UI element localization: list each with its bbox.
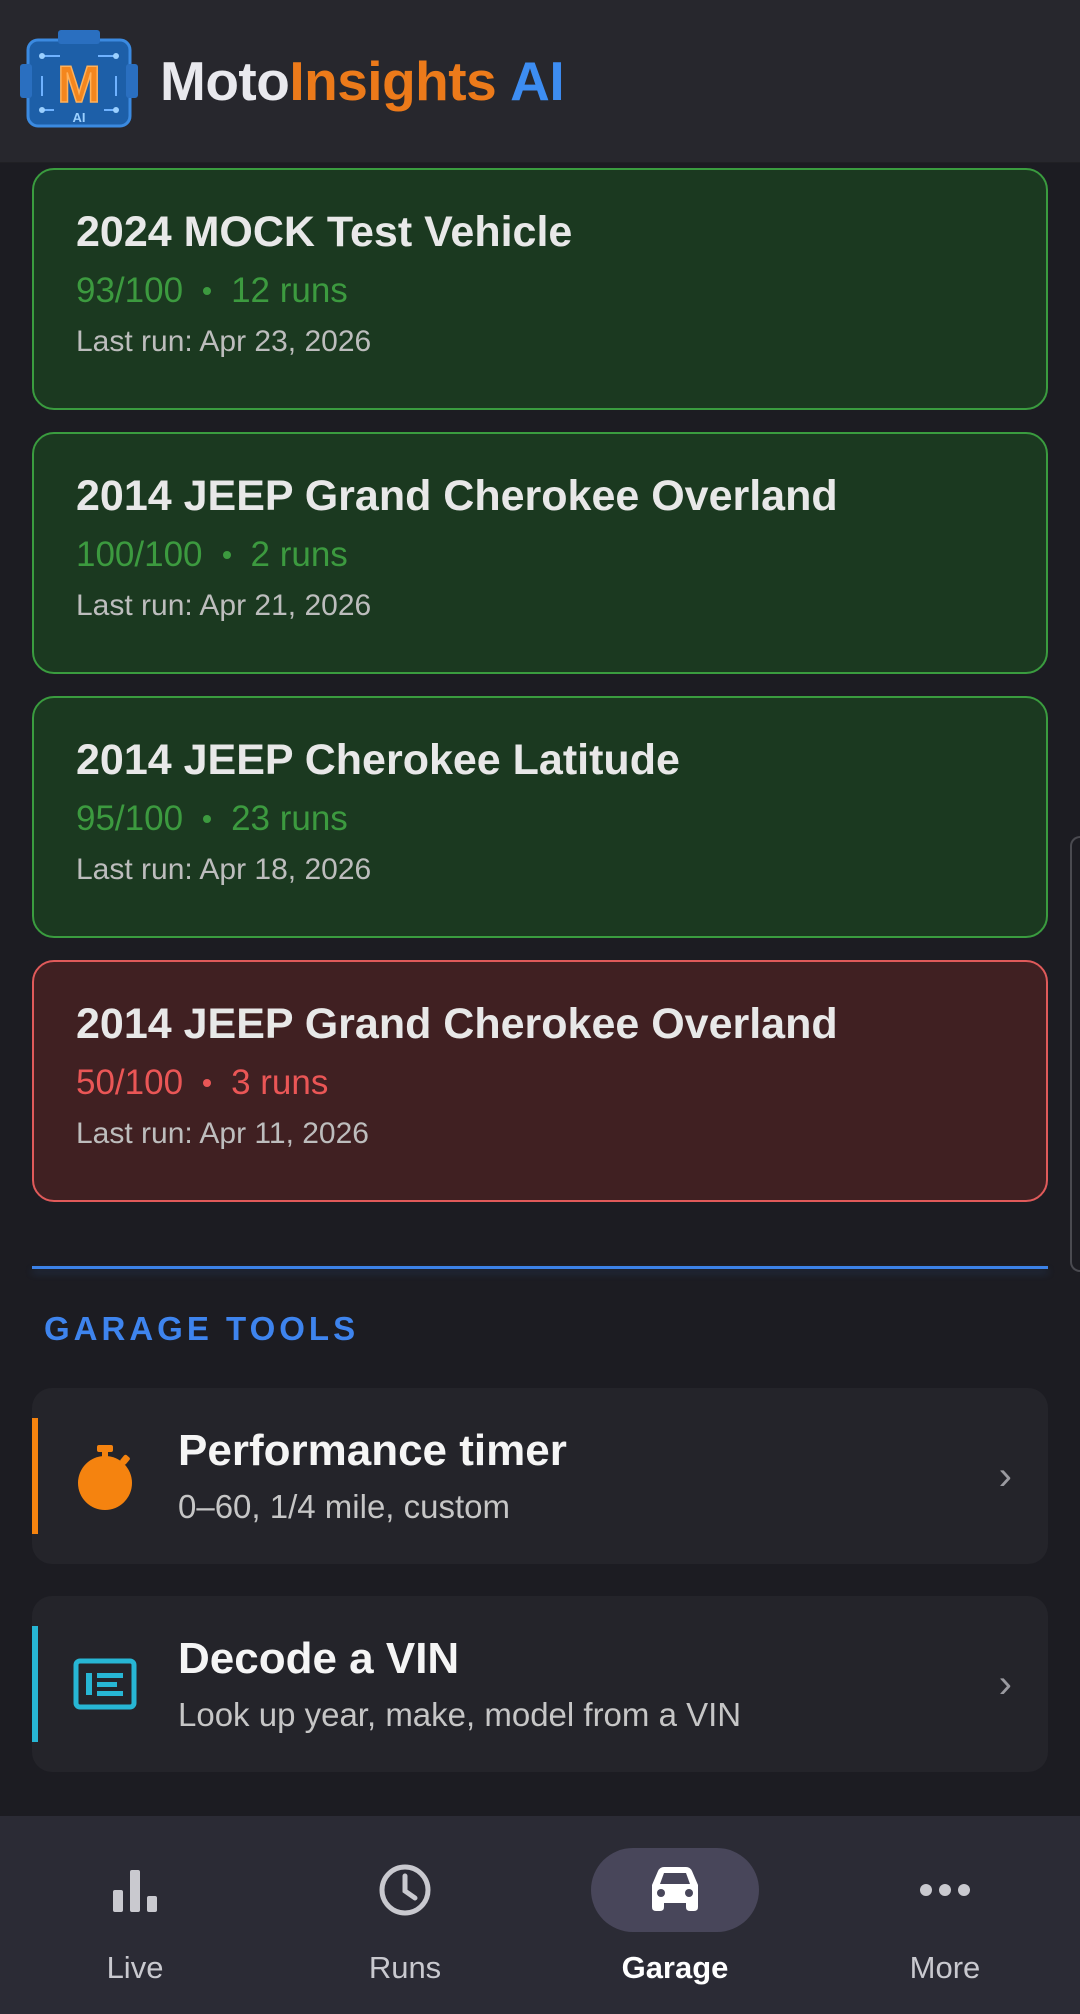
vehicle-title: 2014 JEEP Grand Cherokee Overland (76, 472, 838, 520)
svg-text:AI: AI (73, 110, 86, 125)
vehicle-card[interactable]: 2014 JEEP Grand Cherokee Overland 50/100… (32, 960, 1048, 1202)
app-logo-icon: M AI (20, 26, 138, 136)
tool-accent-bar (32, 1626, 38, 1742)
tool-title: Decode a VIN (178, 1634, 460, 1683)
car-icon (591, 1848, 759, 1932)
vehicle-runs: 12 runs (231, 271, 348, 311)
vehicle-stats: 100/100 2 runs (76, 535, 1006, 575)
vehicle-score: 95/100 (76, 799, 184, 839)
separator-dot-icon (203, 815, 212, 824)
clock-icon (321, 1848, 489, 1932)
decode-vin-button[interactable]: Decode a VIN Look up year, make, model f… (32, 1596, 1048, 1772)
brand-ai: AI (510, 50, 565, 112)
nav-item-more[interactable]: More (810, 1816, 1080, 2014)
vehicle-runs: 3 runs (231, 1063, 329, 1103)
stopwatch-icon (70, 1441, 140, 1511)
nav-item-live[interactable]: Live (0, 1816, 270, 2014)
chevron-right-icon: › (998, 1661, 1012, 1706)
app-header: M AI Moto Insights AI (0, 0, 1080, 163)
vehicle-last-run: Last run: Apr 11, 2026 (76, 1117, 369, 1151)
vehicle-last-run: Last run: Apr 23, 2026 (76, 325, 372, 359)
bar-chart-icon (51, 1848, 219, 1932)
nav-item-runs[interactable]: Runs (270, 1816, 540, 2014)
tool-subtitle: 0–60, 1/4 mile, custom (178, 1488, 510, 1525)
nav-label: Live (106, 1950, 164, 1985)
nav-label: Runs (368, 1950, 442, 1985)
separator-dot-icon (203, 287, 212, 296)
vehicle-title: 2024 MOCK Test Vehicle (76, 208, 573, 256)
svg-text:M: M (57, 56, 100, 114)
brand-insights: Insights (289, 50, 497, 112)
vehicle-last-run: Last run: Apr 21, 2026 (76, 589, 372, 623)
chevron-right-icon: › (998, 1453, 1012, 1498)
separator-dot-icon (203, 1079, 212, 1088)
nav-label: More (909, 1950, 981, 1985)
separator-dot-icon (222, 551, 231, 560)
vehicle-stats: 93/100 12 runs (76, 271, 1006, 311)
vehicle-card[interactable]: 2024 MOCK Test Vehicle 93/100 12 runs La… (32, 168, 1048, 410)
vehicle-score: 93/100 (76, 271, 184, 311)
vehicle-score: 50/100 (76, 1063, 184, 1103)
vehicle-stats: 95/100 23 runs (76, 799, 1006, 839)
tool-subtitle: Look up year, make, model from a VIN (178, 1696, 742, 1733)
section-title: GARAGE TOOLS (44, 1310, 360, 1347)
nav-item-garage[interactable]: Garage (540, 1816, 810, 2014)
brand-moto: Moto (160, 50, 290, 112)
vehicle-card[interactable]: 2014 JEEP Cherokee Latitude 95/100 23 ru… (32, 696, 1048, 938)
vehicle-stats: 50/100 3 runs (76, 1063, 1006, 1103)
performance-timer-button[interactable]: Performance timer 0–60, 1/4 mile, custom… (32, 1388, 1048, 1564)
vehicle-card[interactable]: 2014 JEEP Grand Cherokee Overland 100/10… (32, 432, 1048, 674)
vehicle-title: 2014 JEEP Grand Cherokee Overland (76, 1000, 838, 1048)
app-brand-title: Moto Insights AI (160, 49, 565, 113)
scroll-indicator[interactable] (1070, 836, 1080, 1272)
vehicle-last-run: Last run: Apr 18, 2026 (76, 853, 372, 887)
vin-card-icon (70, 1649, 140, 1719)
tool-title: Performance timer (178, 1426, 567, 1475)
vehicle-runs: 23 runs (231, 799, 348, 839)
bottom-nav: Live Runs Garage More (0, 1816, 1080, 2014)
nav-label: Garage (621, 1950, 729, 1985)
more-dots-icon (861, 1848, 1029, 1932)
vehicle-score: 100/100 (76, 535, 203, 575)
vehicle-list: 2024 MOCK Test Vehicle 93/100 12 runs La… (32, 168, 1048, 1224)
vehicle-runs: 2 runs (250, 535, 348, 575)
section-divider (32, 1266, 1048, 1269)
vehicle-title: 2014 JEEP Cherokee Latitude (76, 736, 680, 784)
tool-accent-bar (32, 1418, 38, 1534)
